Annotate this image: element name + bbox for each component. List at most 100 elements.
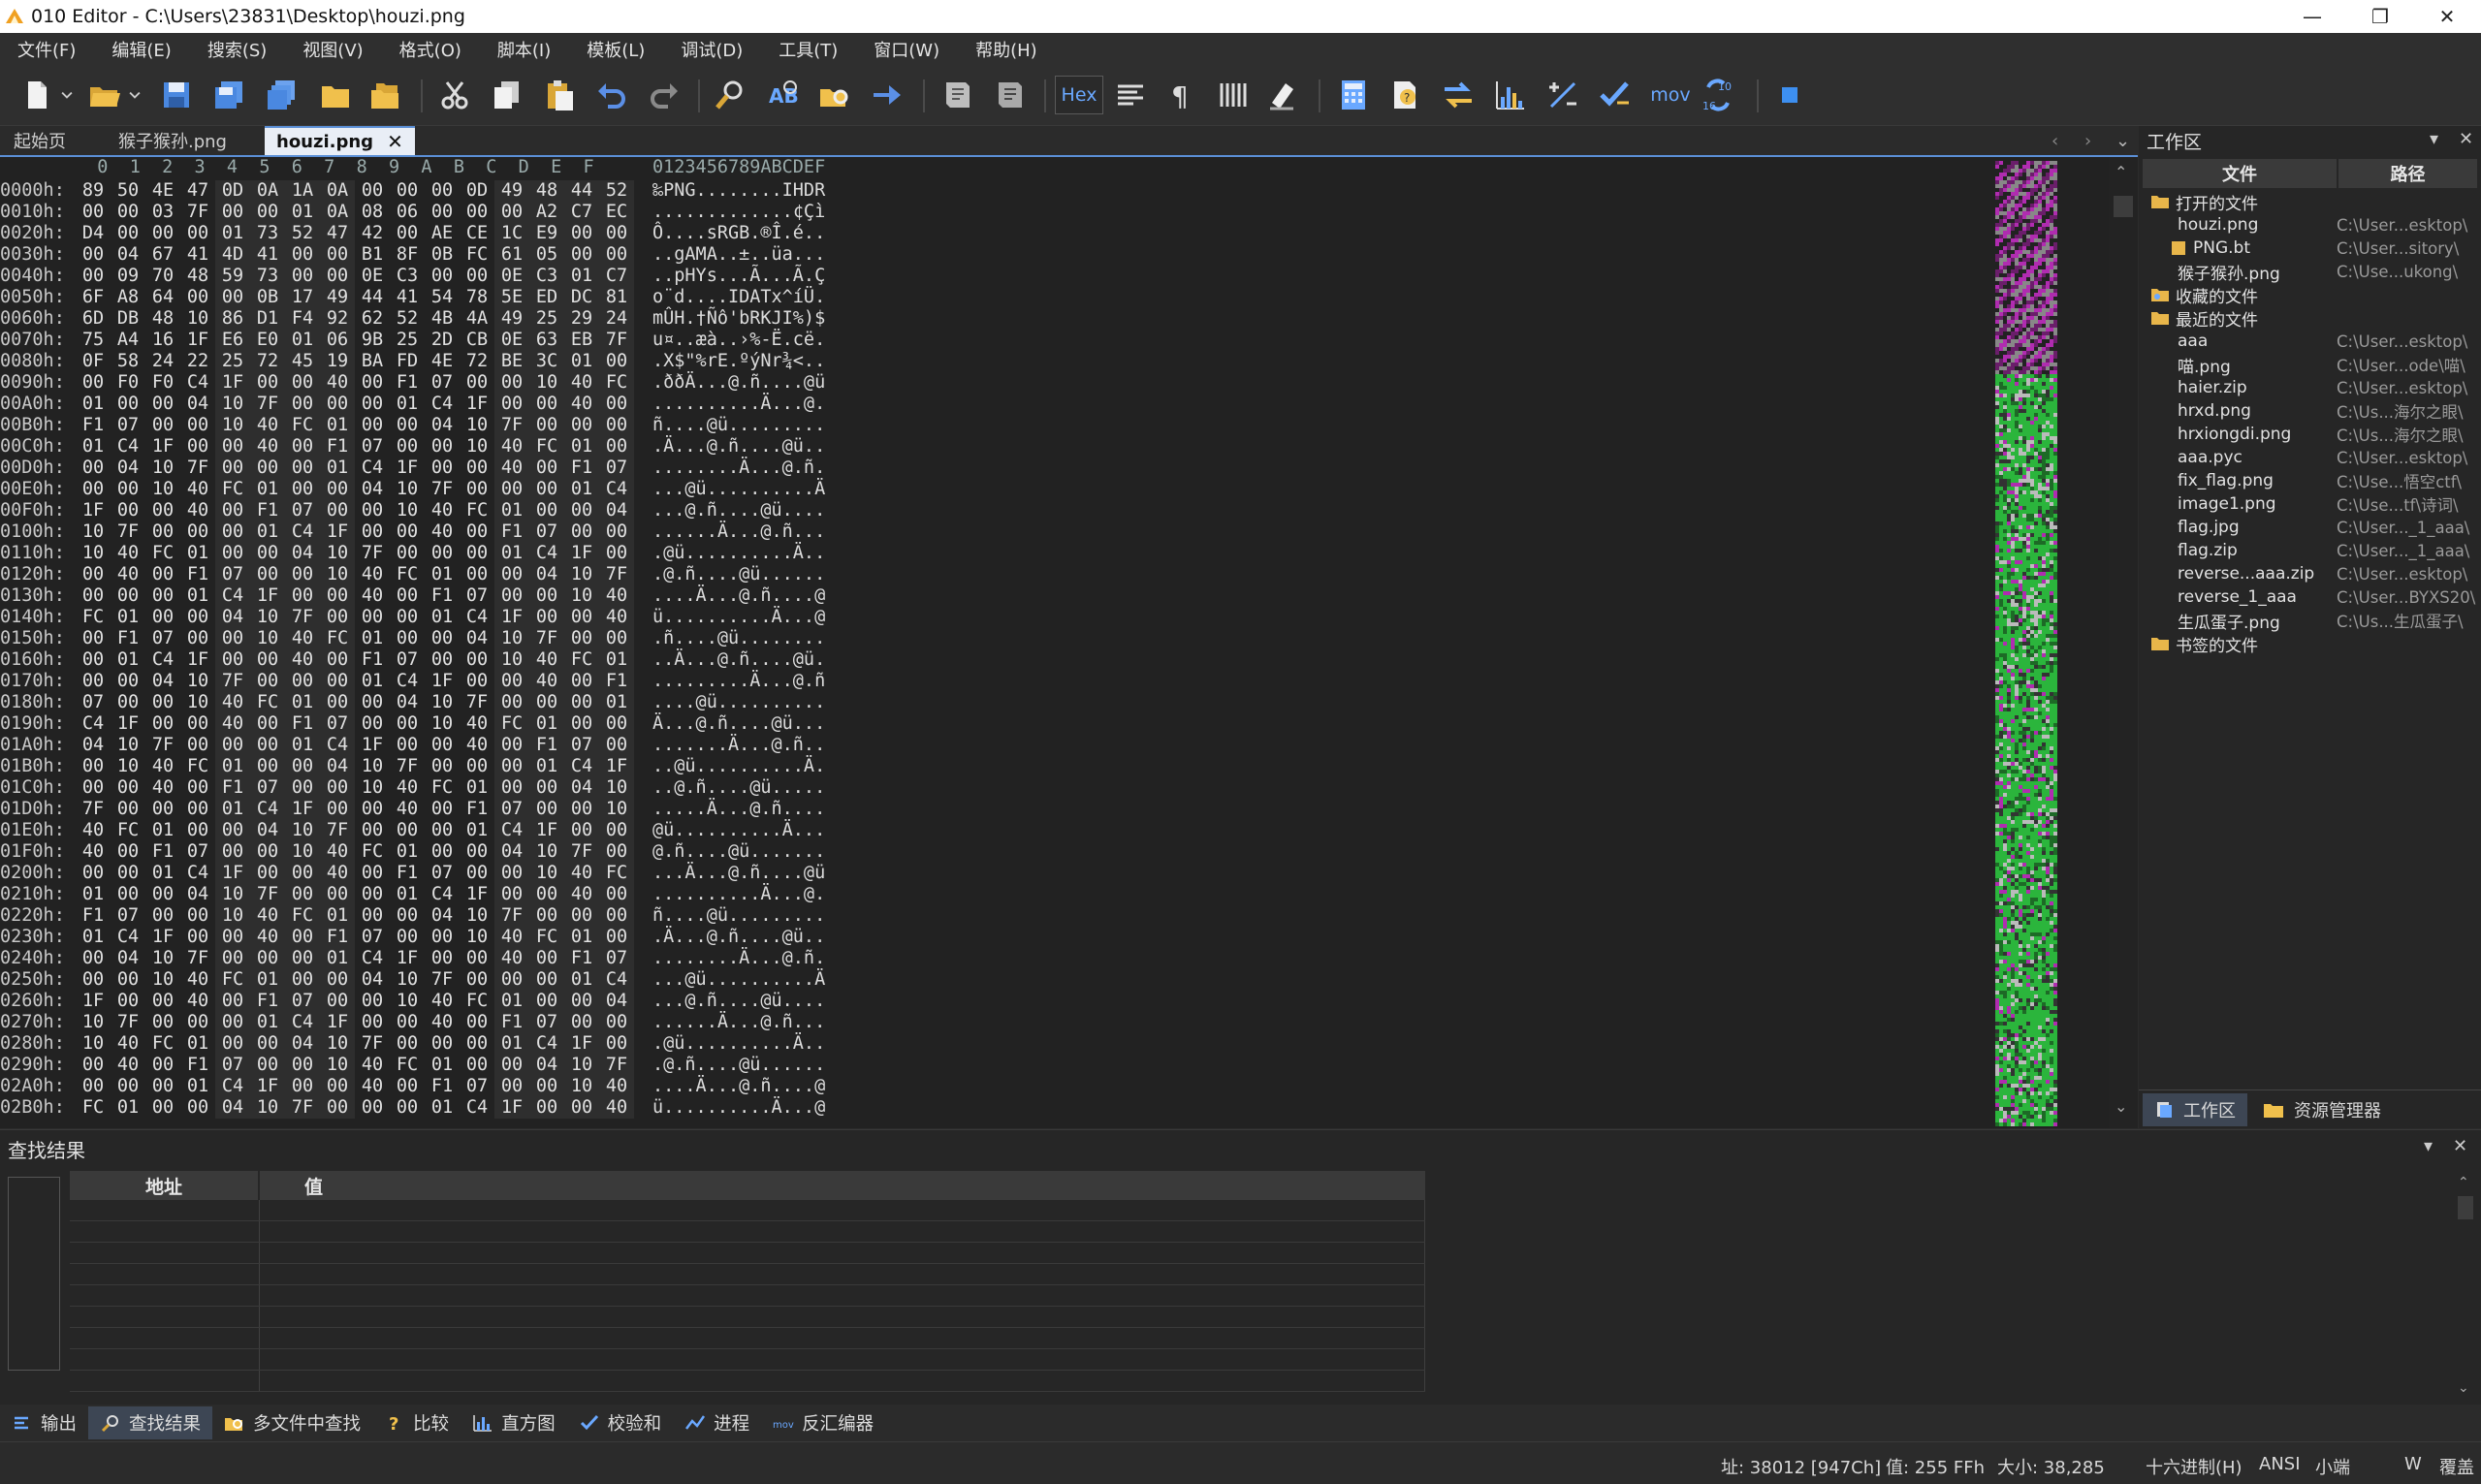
hex-byte[interactable]: 01 xyxy=(425,564,460,585)
hex-byte[interactable]: C4 xyxy=(599,969,634,991)
hex-byte[interactable]: 00 xyxy=(355,884,390,905)
scroll-down-icon[interactable]: ⌄ xyxy=(2458,1380,2469,1396)
row-ascii[interactable]: ñ....@ü......... xyxy=(652,905,856,927)
tree-file-item[interactable]: reverse_1_aaa C:\User...BYXS20\ xyxy=(2139,585,2481,609)
hex-byte[interactable]: 00 xyxy=(529,799,564,820)
hex-byte[interactable]: 1F xyxy=(111,713,145,735)
hex-byte[interactable]: 49 xyxy=(494,308,529,330)
hex-byte[interactable]: 22 xyxy=(180,351,215,372)
hex-byte[interactable]: 00 xyxy=(145,884,180,905)
editor-scrollbar[interactable]: ⌃ ⌄ xyxy=(2109,157,2138,1128)
hex-byte[interactable]: 00 xyxy=(250,1055,285,1076)
hex-byte[interactable]: 10 xyxy=(320,543,355,564)
hex-byte[interactable]: 00 xyxy=(425,543,460,564)
row-hex-bytes[interactable]: 04 10 7F 00 00 00 01 C4 1F 00 00 40 00 F1 07 00 xyxy=(76,735,657,756)
hex-byte[interactable]: 07 xyxy=(355,436,390,458)
hex-byte[interactable]: 00 xyxy=(460,841,494,863)
hex-byte[interactable]: 00 xyxy=(425,266,460,287)
hex-byte[interactable]: 49 xyxy=(320,287,355,308)
hex-byte[interactable]: 1F xyxy=(460,884,494,905)
hex-byte[interactable]: FC xyxy=(145,543,180,564)
row-hex-bytes[interactable]: 01 00 00 04 10 7F 00 00 00 01 C4 1F 00 00 40 00 xyxy=(76,884,657,905)
menu-template[interactable]: 模板(L) xyxy=(569,37,663,62)
hex-byte[interactable]: 10 xyxy=(390,969,425,991)
hex-byte[interactable]: E0 xyxy=(250,330,285,351)
row-hex-bytes[interactable]: FC 01 00 00 04 10 7F 00 00 00 01 C4 1F 00 00 40 xyxy=(76,1097,657,1119)
hex-byte[interactable]: 00 xyxy=(494,394,529,415)
hex-byte[interactable]: C4 xyxy=(76,713,111,735)
hex-byte[interactable]: 00 xyxy=(460,969,494,991)
col-address[interactable]: 地址 xyxy=(70,1171,260,1200)
hex-byte[interactable]: 2D xyxy=(425,330,460,351)
hex-row[interactable]: 0080h: 0F 58 24 22 25 72 45 19 BA FD 4E 72 BE 3C 01 00 .X… xyxy=(0,351,853,372)
open-folder-button[interactable] xyxy=(316,76,355,114)
hex-byte[interactable]: 10 xyxy=(564,585,599,607)
hex-row[interactable]: 0240h: 00 04 10 7F 00 00 00 01 C4 1F 00 00 40 00 F1 07..… xyxy=(0,948,853,969)
hex-byte[interactable]: 5E xyxy=(494,287,529,308)
hex-byte[interactable]: 40 xyxy=(250,436,285,458)
hex-byte[interactable]: F1 xyxy=(215,777,250,799)
minimize-button[interactable]: — xyxy=(2278,0,2346,33)
hex-byte[interactable]: F1 xyxy=(355,649,390,671)
hex-byte[interactable]: 24 xyxy=(599,308,634,330)
row-ascii[interactable]: ..pHYs...Ã...Ã.Ç xyxy=(652,266,856,287)
hex-byte[interactable]: 40 xyxy=(355,585,390,607)
hex-byte[interactable]: 00 xyxy=(460,543,494,564)
menu-debug[interactable]: 调试(D) xyxy=(663,37,761,62)
hex-byte[interactable]: 00 xyxy=(355,991,390,1012)
row-hex-bytes[interactable]: 00 00 40 00 F1 07 00 00 10 40 FC 01 00 00 04 10 xyxy=(76,777,657,799)
tab-houzi-png[interactable]: houzi.png ✕ xyxy=(265,126,415,155)
hex-byte[interactable]: 00 xyxy=(390,521,425,543)
hex-byte[interactable]: 00 xyxy=(564,692,599,713)
hex-byte[interactable]: 01 xyxy=(285,735,320,756)
hex-byte[interactable]: 00 xyxy=(494,863,529,884)
hex-byte[interactable]: 00 xyxy=(180,820,215,841)
hex-byte[interactable]: 00 xyxy=(285,969,320,991)
hex-byte[interactable]: 73 xyxy=(250,266,285,287)
hex-byte[interactable]: 00 xyxy=(145,799,180,820)
show-whitespace-button[interactable]: ¶ xyxy=(1161,76,1200,114)
hex-byte[interactable]: 00 xyxy=(564,607,599,628)
hex-byte[interactable]: 00 xyxy=(529,969,564,991)
hex-byte[interactable]: 10 xyxy=(111,735,145,756)
row-hex-bytes[interactable]: 7F 00 00 00 01 C4 1F 00 00 40 00 F1 07 00 00 10 xyxy=(76,799,657,820)
find-result-row[interactable] xyxy=(70,1349,1425,1371)
hex-byte[interactable]: 00 xyxy=(599,884,634,905)
hex-byte[interactable]: FC xyxy=(494,713,529,735)
row-ascii[interactable]: ...@ü..........Ä xyxy=(652,969,856,991)
hex-byte[interactable]: 07 xyxy=(564,735,599,756)
hex-byte[interactable]: 00 xyxy=(494,756,529,777)
hex-byte[interactable]: 40 xyxy=(529,649,564,671)
hex-byte[interactable]: 10 xyxy=(76,1033,111,1055)
hex-byte[interactable]: D4 xyxy=(76,223,111,244)
hex-byte[interactable]: B1 xyxy=(355,244,390,266)
hex-byte[interactable]: 52 xyxy=(599,180,634,202)
hex-byte[interactable]: 47 xyxy=(320,223,355,244)
hex-byte[interactable]: 7F xyxy=(425,969,460,991)
hex-byte[interactable]: 52 xyxy=(285,223,320,244)
hex-byte[interactable]: 01 xyxy=(390,884,425,905)
scroll-down-icon[interactable]: ⌄ xyxy=(2115,1097,2127,1116)
hex-byte[interactable]: C4 xyxy=(180,863,215,884)
hex-byte[interactable]: 0D xyxy=(215,180,250,202)
compare-button[interactable] xyxy=(1439,76,1478,114)
hex-byte[interactable]: 00 xyxy=(215,202,250,223)
tab-close-icon[interactable]: ✕ xyxy=(387,130,403,153)
menu-format[interactable]: 格式(O) xyxy=(382,37,480,62)
hex-byte[interactable]: 00 xyxy=(390,436,425,458)
hex-byte[interactable]: F1 xyxy=(76,905,111,927)
hex-mode-button[interactable]: Hex xyxy=(1055,76,1103,114)
hex-byte[interactable]: F0 xyxy=(145,372,180,394)
hex-byte[interactable]: 00 xyxy=(215,820,250,841)
hex-byte[interactable]: 00 xyxy=(355,1012,390,1033)
hex-byte[interactable]: 04 xyxy=(285,543,320,564)
hex-byte[interactable]: 01 xyxy=(320,948,355,969)
hex-byte[interactable]: 01 xyxy=(355,628,390,649)
hex-byte[interactable]: 00 xyxy=(76,777,111,799)
workspace-tree[interactable]: 打开的文件 houzi.png C:\User...esktop\ PNG.bt C:\… xyxy=(2139,190,2481,656)
row-hex-bytes[interactable]: 01 C4 1F 00 00 40 00 F1 07 00 00 10 40 FC 01 00 xyxy=(76,436,657,458)
hex-byte[interactable]: 00 xyxy=(215,841,250,863)
hex-byte[interactable]: 10 xyxy=(599,799,634,820)
hex-byte[interactable]: 1F xyxy=(390,948,425,969)
hex-byte[interactable]: 00 xyxy=(320,969,355,991)
